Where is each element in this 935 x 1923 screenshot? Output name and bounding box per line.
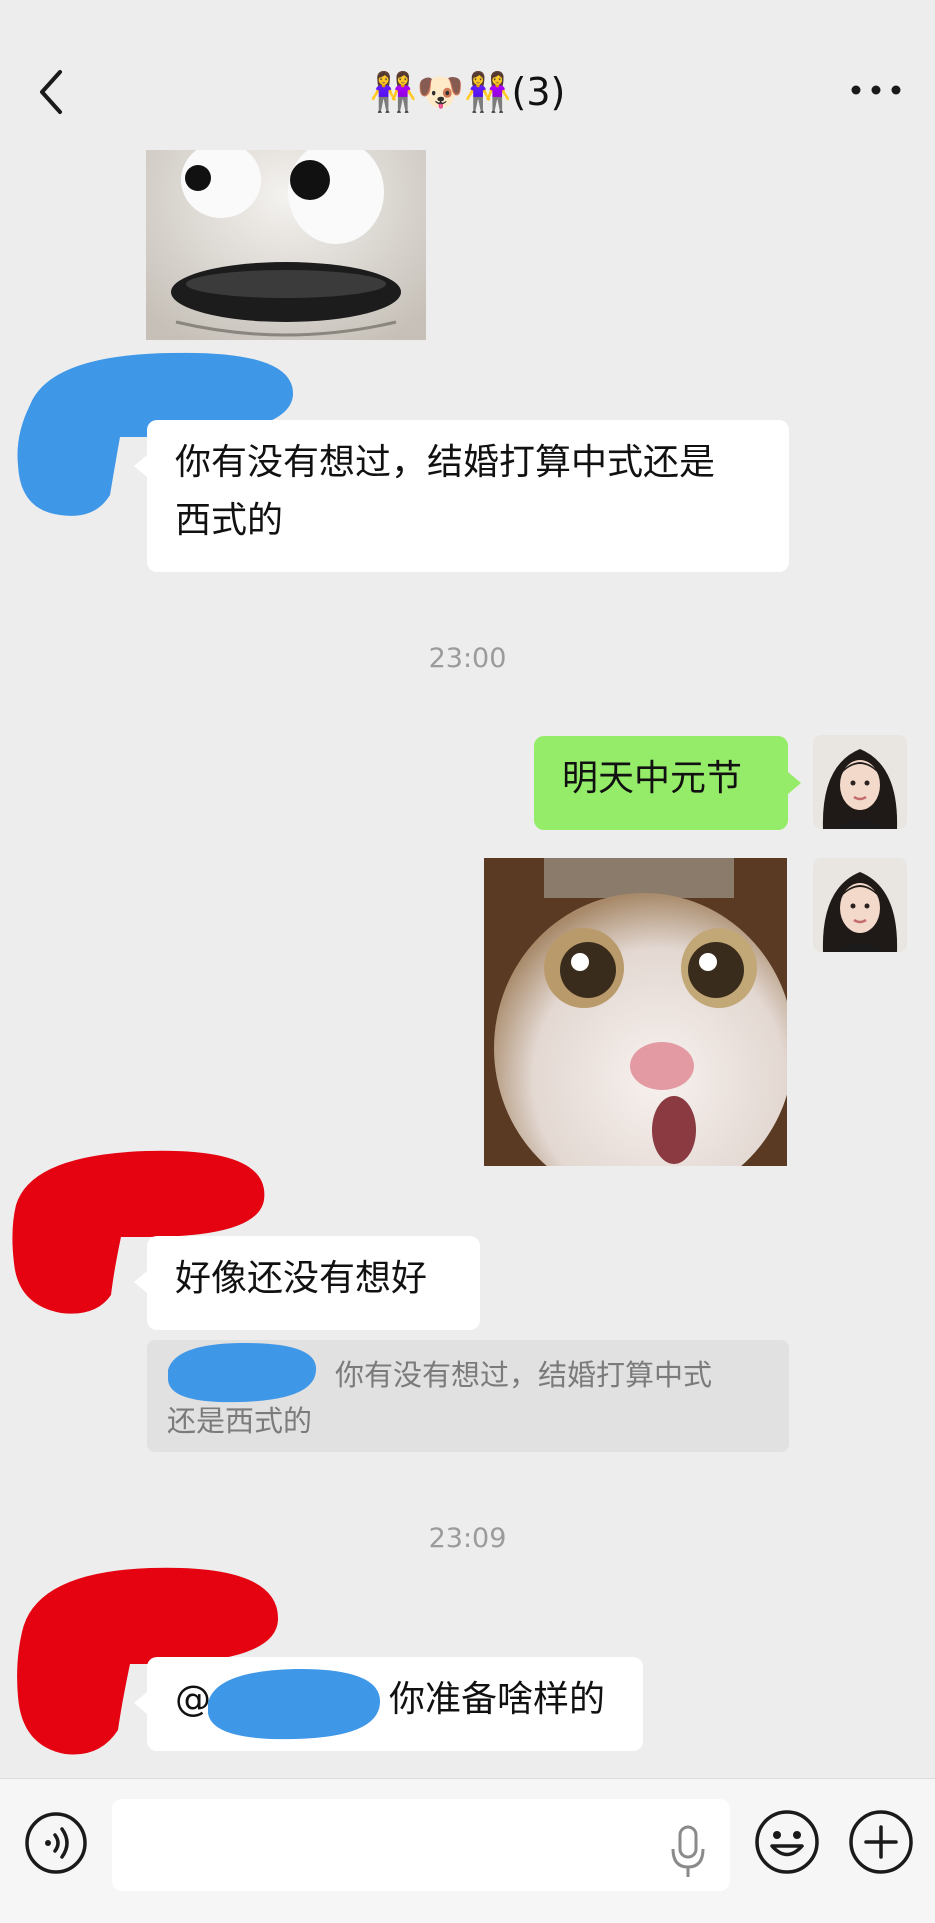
message-input[interactable] <box>112 1799 730 1891</box>
message-bubble-sent[interactable]: 明天中元节 <box>534 736 788 830</box>
plus-icon <box>849 1810 913 1874</box>
input-bar <box>0 1778 935 1923</box>
message-text: 西式的 <box>175 500 284 541</box>
bubble-tail <box>134 1692 147 1714</box>
message-text: 好像还没有想好 <box>175 1258 428 1299</box>
more-dots-icon <box>851 85 901 95</box>
self-avatar[interactable] <box>813 858 907 952</box>
cat-sticker[interactable] <box>484 858 787 1166</box>
emoji-button[interactable] <box>754 1809 820 1879</box>
message-text: 你准备啥样的 <box>389 1679 606 1720</box>
timestamp: 23:09 <box>428 1523 507 1554</box>
chat-header: 👭🐶👭(3) <box>0 0 935 150</box>
message-bubble-received[interactable]: 你有没有想过，结婚打算中式还是 西式的 <box>147 420 789 572</box>
bubble-tail <box>788 772 801 794</box>
microphone-icon <box>671 1825 705 1877</box>
redaction-mark <box>168 1342 317 1403</box>
emoji-icon <box>755 1810 819 1874</box>
timestamp: 23:00 <box>428 643 507 674</box>
bubble-tail <box>134 455 147 477</box>
bubble-tail <box>134 1271 147 1293</box>
more-button[interactable] <box>841 64 911 116</box>
chat-title[interactable]: 👭🐶👭(3) <box>0 62 935 122</box>
message-bubble-received[interactable]: 好像还没有想好 <box>147 1236 480 1330</box>
voice-mode-icon <box>25 1812 87 1874</box>
voice-mode-button[interactable] <box>24 1811 88 1879</box>
self-avatar[interactable] <box>813 735 907 829</box>
message-text: 明天中元节 <box>562 758 743 799</box>
more-functions-button[interactable] <box>848 1809 914 1879</box>
redaction-mark <box>208 1668 381 1740</box>
message-text: 你有没有想过，结婚打算中式还是 <box>175 442 716 483</box>
microphone-button[interactable] <box>668 1823 708 1883</box>
